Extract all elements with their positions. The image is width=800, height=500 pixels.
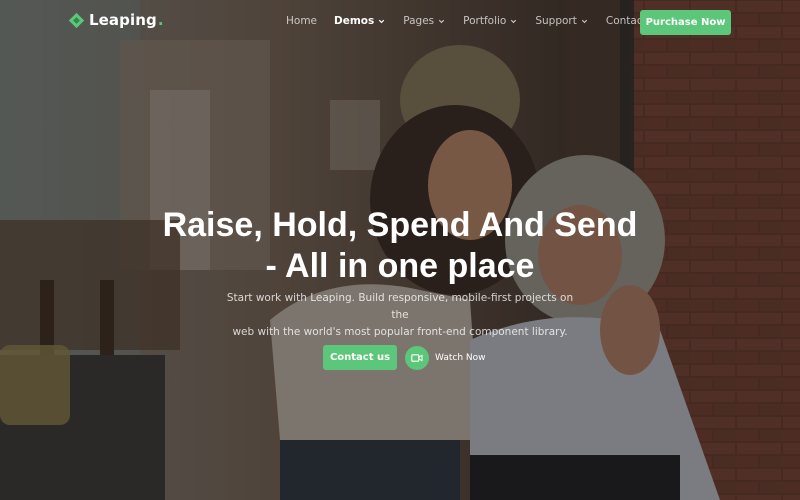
nav-item-label: Home [286,15,318,27]
nav-item-portfolio[interactable]: Portfolio [463,15,518,27]
nav-item-label: Support [535,15,577,27]
main-menu: Home Demos Pages Portfolio Support Conta… [286,15,664,27]
chevron-down-icon [581,19,588,23]
hero-headline-line-1: Raise, Hold, Spend And Send [162,206,638,244]
chevron-down-icon [438,19,445,23]
chevron-down-icon [511,19,517,23]
brand-dot: . [157,11,164,29]
hero-subtext-line-2: web with the world's most popular front-… [232,326,568,338]
diamond-logo-icon [68,12,85,28]
brand-name: Leaping [89,11,157,29]
nav-item-pages[interactable]: Pages [403,15,446,27]
hero-headline-line-2: - All in one place [265,247,535,285]
watch-now-button[interactable]: Watch Now [405,345,486,370]
hero-subtext: Start work with Leaping. Build responsiv… [220,290,580,341]
purchase-now-button[interactable]: Purchase Now [640,10,731,35]
hero-section: Leaping . Home Demos Pages Portfolio Sup… [0,0,800,500]
watch-now-circle[interactable] [405,345,429,370]
nav-item-label: Portfolio [463,15,507,27]
brand-logo[interactable]: Leaping . [68,11,164,29]
nav-item-home[interactable]: Home [286,15,317,27]
top-navigation: Leaping . Home Demos Pages Portfolio Sup… [0,0,800,44]
nav-item-label: Demos [334,15,375,27]
contact-us-button[interactable]: Contact us [323,345,397,370]
video-camera-icon [411,353,423,362]
watch-now-label: Watch Now [435,352,486,363]
chevron-down-icon [379,19,385,23]
nav-item-support[interactable]: Support [535,15,589,27]
hero-headline: Raise, Hold, Spend And Send - All in one… [130,205,670,287]
nav-item-label: Pages [403,15,435,27]
hero-actions: Contact us Watch Now [323,345,485,370]
hero-subtext-line-1: Start work with Leaping. Build responsiv… [226,292,574,321]
nav-item-demos[interactable]: Demos [334,15,386,27]
